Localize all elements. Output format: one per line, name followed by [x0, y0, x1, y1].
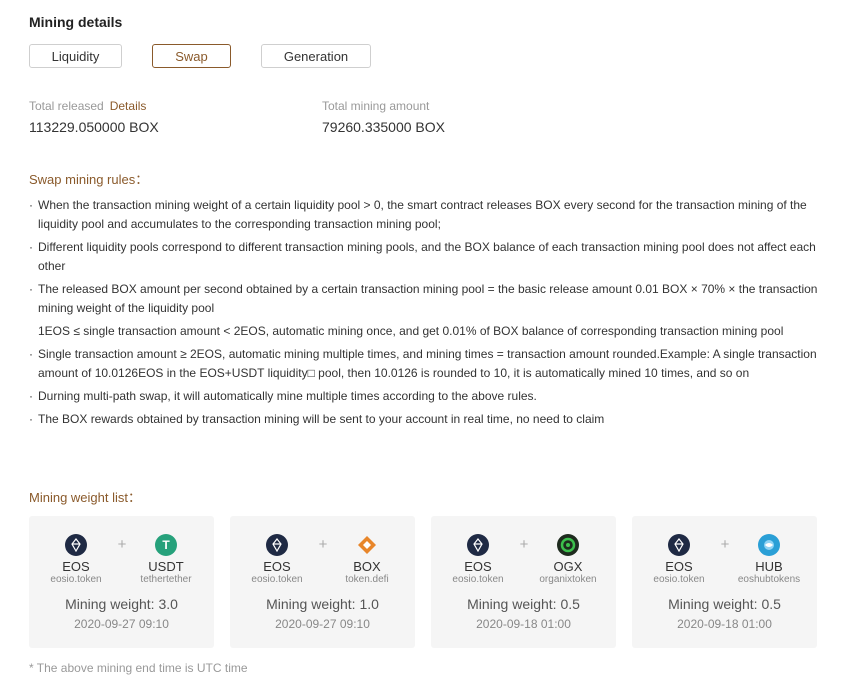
token-b: OGX organixtoken — [528, 534, 608, 586]
total-mining-stat: Total mining amount 79260.335000 BOX — [322, 99, 445, 135]
token-b: BOX token.defi — [327, 534, 407, 586]
eos-icon — [266, 534, 288, 556]
token-symbol: EOS — [62, 559, 90, 574]
box-icon — [356, 534, 378, 556]
rule-item: 1EOS ≤ single transaction amount < 2EOS,… — [38, 324, 784, 338]
rule-item: · Durning multi-path swap, it will automa… — [29, 387, 829, 406]
token-contract: eosio.token — [653, 574, 705, 585]
token-contract: token.defi — [345, 574, 389, 585]
total-released-value: 113229.050000 BOX — [29, 119, 159, 135]
rule-item: · Different liquidity pools correspond to… — [29, 240, 816, 273]
total-released-stat: Total released Details 113229.050000 BOX — [29, 99, 159, 135]
token-a: EOS eosio.token — [438, 534, 518, 586]
bullet-dot: · — [29, 282, 33, 296]
mining-end-time: 2020-09-18 01:00 — [476, 617, 571, 631]
token-pair: EOS eosio.token + HUB eoshubtokens — [632, 534, 817, 590]
tab-liquidity[interactable]: Liquidity — [29, 44, 122, 68]
eos-icon — [65, 534, 87, 556]
token-a: EOS eosio.token — [36, 534, 116, 586]
token-b: T USDT tethertether — [126, 534, 206, 586]
rule-item: · When the transaction mining weight of a… — [29, 198, 807, 231]
details-link[interactable]: Details — [110, 99, 147, 113]
token-a: EOS eosio.token — [237, 534, 317, 586]
bullet-dot: · — [29, 389, 33, 403]
mining-tabs: Liquidity Swap Generation — [29, 44, 371, 68]
bullet-dot: · — [29, 240, 33, 254]
page-title: Mining details — [29, 14, 123, 30]
weight-card: EOS eosio.token + OGX organixtoken Minin… — [431, 516, 616, 648]
rule-item: · Single transaction amount ≥ 2EOS, autom… — [29, 347, 817, 380]
mining-weight: Mining weight: 1.0 — [266, 596, 379, 612]
token-pair: EOS eosio.token + BOX token.defi — [230, 534, 415, 590]
token-a: EOS eosio.token — [639, 534, 719, 586]
token-contract: eosio.token — [50, 574, 102, 585]
weights-title: Mining weight list： — [29, 490, 141, 505]
bullet-dot: · — [29, 412, 33, 426]
weight-card: EOS eosio.token + BOX token.defi Mining … — [230, 516, 415, 648]
token-contract: tethertether — [140, 574, 192, 585]
tab-swap[interactable]: Swap — [152, 44, 231, 68]
rule-item: · The released BOX amount per second obta… — [29, 282, 818, 315]
weight-card: EOS eosio.token + T USDT tethertether Mi… — [29, 516, 214, 648]
usdt-icon: T — [155, 534, 177, 556]
token-contract: eosio.token — [251, 574, 303, 585]
token-b: HUB eoshubtokens — [729, 534, 809, 586]
mining-end-time: 2020-09-27 09:10 — [74, 617, 169, 631]
weight-card: EOS eosio.token + HUB eoshubtokens Minin… — [632, 516, 817, 648]
weight-cards: EOS eosio.token + T USDT tethertether Mi… — [29, 516, 817, 648]
rules-list: · When the transaction mining weight of a… — [29, 196, 829, 433]
rules-title: Swap mining rules： — [29, 172, 149, 187]
total-mining-label: Total mining amount — [322, 99, 430, 113]
mining-weight: Mining weight: 0.5 — [668, 596, 781, 612]
eos-icon — [467, 534, 489, 556]
tab-generation[interactable]: Generation — [261, 44, 371, 68]
rule-item: · The BOX rewards obtained by transaction… — [29, 410, 829, 429]
token-symbol: HUB — [755, 559, 783, 574]
total-released-label: Total released — [29, 99, 104, 113]
token-contract: organixtoken — [539, 574, 597, 585]
token-contract: eosio.token — [452, 574, 504, 585]
ogx-icon — [557, 534, 579, 556]
mining-end-time: 2020-09-18 01:00 — [677, 617, 772, 631]
token-symbol: OGX — [553, 559, 583, 574]
eos-icon — [668, 534, 690, 556]
token-pair: EOS eosio.token + OGX organixtoken — [431, 534, 616, 590]
token-contract: eoshubtokens — [737, 574, 801, 585]
mining-weight: Mining weight: 0.5 — [467, 596, 580, 612]
token-symbol: EOS — [464, 559, 492, 574]
bullet-dot: · — [29, 347, 33, 361]
total-mining-value: 79260.335000 BOX — [322, 119, 445, 135]
mining-end-time: 2020-09-27 09:10 — [275, 617, 370, 631]
token-pair: EOS eosio.token + T USDT tethertether — [29, 534, 214, 590]
token-symbol: BOX — [353, 559, 381, 574]
bullet-dot: · — [29, 198, 33, 212]
footnote: * The above mining end time is UTC time — [29, 661, 248, 675]
token-symbol: EOS — [263, 559, 291, 574]
hub-icon — [758, 534, 780, 556]
token-symbol: EOS — [665, 559, 693, 574]
mining-weight: Mining weight: 3.0 — [65, 596, 178, 612]
token-symbol: USDT — [148, 559, 184, 574]
